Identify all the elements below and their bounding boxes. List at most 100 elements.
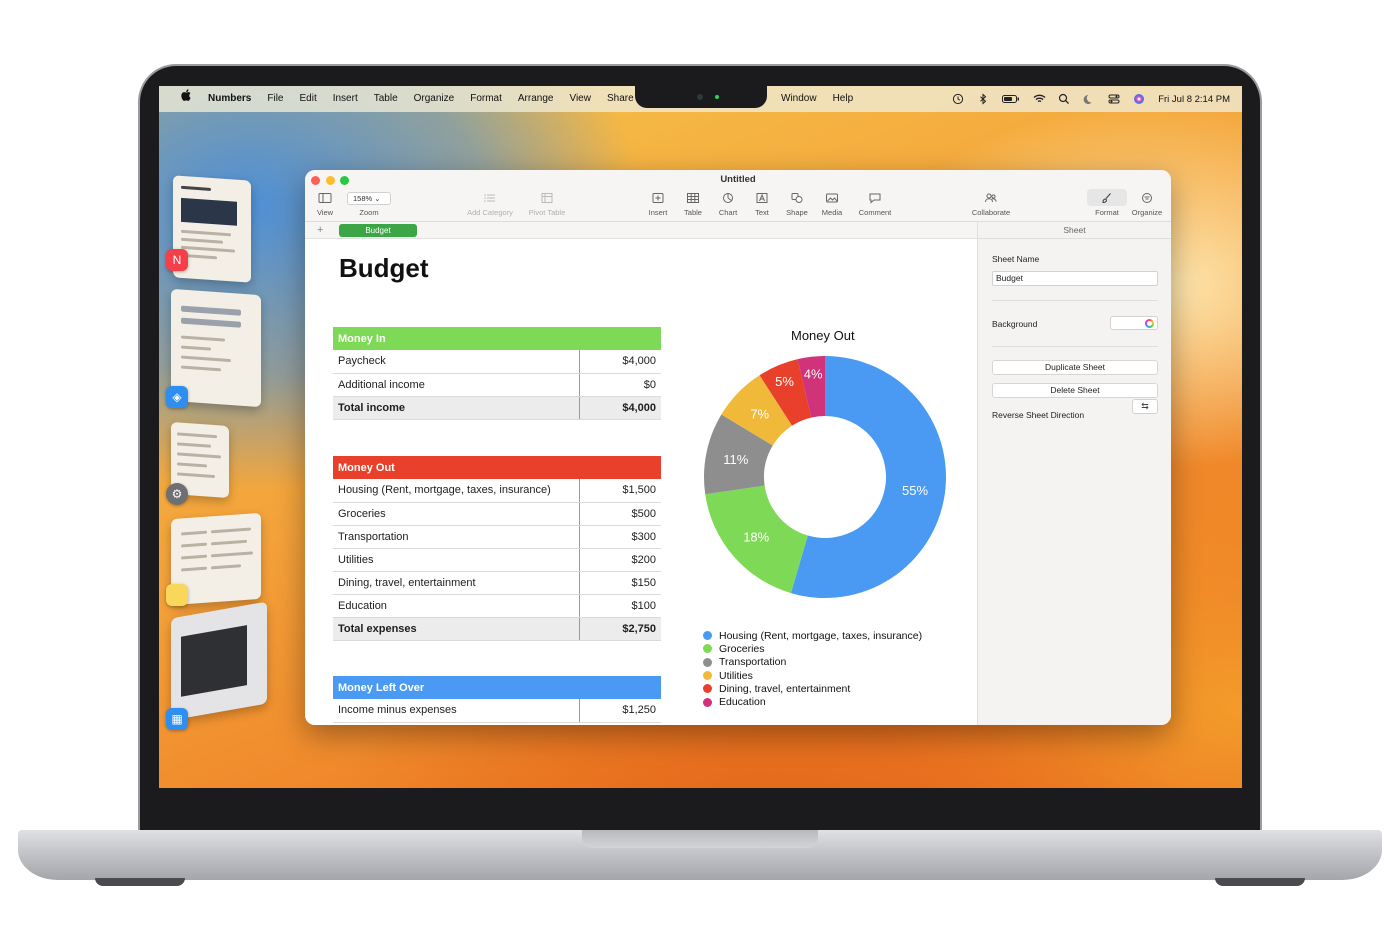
table-row: Paycheck $4,000 — [333, 350, 661, 374]
inspector-divider — [992, 346, 1158, 347]
focus-moon-icon[interactable] — [1083, 93, 1095, 105]
money-in-header[interactable]: Money In — [333, 327, 661, 350]
sheet-tab-bar: + Budget — [305, 222, 977, 239]
battery-icon[interactable] — [1002, 93, 1020, 105]
menu-edit[interactable]: Edit — [291, 86, 324, 112]
safari-app-icon[interactable]: ◈ — [166, 386, 188, 408]
organize-button[interactable]: Organize — [1121, 192, 1171, 217]
table-cell-label[interactable]: Income minus expenses — [333, 699, 579, 723]
duplicate-sheet-button[interactable]: Duplicate Sheet — [992, 360, 1158, 375]
time-machine-icon[interactable] — [952, 93, 964, 105]
menu-file[interactable]: File — [259, 86, 291, 112]
money-out-header[interactable]: Money Out — [333, 456, 661, 479]
add-sheet-button[interactable]: + — [317, 222, 323, 239]
table-cell-label[interactable]: Total expenses — [333, 616, 579, 641]
camera-notch — [635, 86, 767, 108]
menu-table[interactable]: Table — [366, 86, 406, 112]
background-color-well[interactable] — [1110, 316, 1158, 330]
money-out-table[interactable]: Money Out Housing (Rent, mortgage, taxes… — [333, 456, 661, 641]
keynote-app-icon[interactable]: ▦ — [166, 708, 188, 730]
table-cell-label[interactable]: Additional income — [333, 373, 579, 397]
slice-percent-label: 11% — [723, 452, 748, 467]
table-row: Housing (Rent, mortgage, taxes, insuranc… — [333, 479, 661, 503]
table-row: Dining, travel, entertainment $150 — [333, 571, 661, 595]
laptop-foot-left — [95, 878, 185, 886]
menu-organize[interactable]: Organize — [406, 86, 463, 112]
pivot-table-button[interactable]: Pivot Table — [521, 192, 573, 217]
apple-menu-icon[interactable] — [173, 86, 200, 112]
menu-arrange[interactable]: Arrange — [510, 86, 562, 112]
table-cell-value[interactable]: $500 — [578, 502, 661, 526]
table-cell-value[interactable]: $1,250 — [578, 699, 661, 723]
table-total-row: Total expenses $2,750 — [333, 616, 661, 641]
legend-item[interactable]: Education — [703, 695, 922, 708]
add-category-button[interactable]: Add Category — [464, 192, 516, 217]
table-cell-value[interactable]: $200 — [578, 548, 661, 572]
search-icon[interactable] — [1058, 93, 1070, 105]
table-cell-value[interactable]: $100 — [578, 594, 661, 618]
menu-insert[interactable]: Insert — [325, 86, 366, 112]
menu-window[interactable]: Window — [773, 86, 825, 112]
wifi-icon[interactable] — [1033, 93, 1046, 105]
legend-item[interactable]: Dining, travel, entertainment — [703, 682, 922, 695]
slice-percent-label: 18% — [743, 530, 769, 545]
delete-sheet-button[interactable]: Delete Sheet — [992, 383, 1158, 398]
table-cell-label[interactable]: Transportation — [333, 525, 579, 549]
collaborate-label: Collaborate — [971, 208, 1011, 217]
table-cell-value[interactable]: $150 — [578, 571, 661, 595]
table-cell-label[interactable]: Dining, travel, entertainment — [333, 571, 579, 595]
inspector-tab-sheet[interactable]: Sheet — [978, 222, 1171, 239]
collaborate-button[interactable]: Collaborate — [965, 192, 1017, 217]
legend-item[interactable]: Transportation — [703, 656, 922, 669]
sheet-title[interactable]: Budget — [339, 253, 429, 284]
stage-window-keynote[interactable] — [171, 601, 267, 721]
table-cell-value[interactable]: $300 — [578, 525, 661, 549]
inspector-divider — [992, 300, 1158, 301]
table-header-row: Money Left Over — [333, 676, 661, 699]
sheet-tab-budget[interactable]: Budget — [339, 224, 417, 237]
table-cell-value[interactable]: $2,750 — [578, 616, 661, 641]
table-cell-label[interactable]: Housing (Rent, mortgage, taxes, insuranc… — [333, 479, 579, 503]
sheet-name-field[interactable]: Budget — [992, 271, 1158, 286]
legend-item[interactable]: Groceries — [703, 642, 922, 655]
text-box-icon — [756, 193, 768, 203]
table-cell-label[interactable]: Total income — [333, 395, 579, 420]
slice-percent-label: 55% — [902, 483, 928, 498]
table-cell-value[interactable]: $4,000 — [578, 350, 661, 374]
money-in-table[interactable]: Money In Paycheck $4,000 Additional inco… — [333, 327, 661, 420]
reverse-direction-icon[interactable]: ⇆ — [1132, 399, 1158, 414]
menu-clock[interactable]: Fri Jul 8 2:14 PM — [1158, 94, 1230, 105]
table-cell-value[interactable]: $1,500 — [578, 479, 661, 503]
table-cell-label[interactable]: Utilities — [333, 548, 579, 572]
news-app-icon[interactable]: N — [166, 249, 188, 271]
money-left-over-header[interactable]: Money Left Over — [333, 676, 661, 699]
table-cell-label[interactable]: Education — [333, 594, 579, 618]
chart-legend[interactable]: Housing (Rent, mortgage, taxes, insuranc… — [703, 629, 922, 709]
legend-swatch — [703, 644, 712, 654]
reverse-sheet-direction-label: Reverse Sheet Direction — [992, 410, 1085, 420]
sidebar-icon — [318, 193, 332, 203]
money-left-over-table[interactable]: Money Left Over Income minus expenses $1… — [333, 676, 661, 723]
menu-help[interactable]: Help — [825, 86, 862, 112]
chart-title[interactable]: Money Out — [791, 328, 855, 343]
table-cell-label[interactable]: Paycheck — [333, 350, 579, 374]
table-cell-label[interactable]: Groceries — [333, 502, 579, 526]
control-center-icon[interactable] — [1108, 93, 1120, 105]
bluetooth-icon[interactable] — [977, 93, 989, 105]
table-cell-value[interactable]: $0 — [578, 373, 661, 397]
photo-icon — [826, 193, 838, 203]
comment-button[interactable]: Comment — [849, 192, 901, 217]
menu-format[interactable]: Format — [462, 86, 510, 112]
menu-app-name[interactable]: Numbers — [200, 86, 259, 112]
table-total-row: Total income $4,000 — [333, 395, 661, 420]
legend-item[interactable]: Utilities — [703, 669, 922, 682]
money-out-donut-chart[interactable]: 55% 18% 11% 7% 5% 4% — [703, 355, 947, 599]
menu-view[interactable]: View — [561, 86, 599, 112]
notes-app-icon[interactable] — [166, 584, 188, 606]
legend-label: Housing (Rent, mortgage, taxes, insuranc… — [719, 629, 923, 642]
table-cell-value[interactable]: $4,000 — [578, 395, 661, 420]
siri-icon[interactable] — [1133, 93, 1145, 105]
zoom-select[interactable]: 158% ⌄ — [347, 192, 391, 205]
legend-item[interactable]: Housing (Rent, mortgage, taxes, insuranc… — [703, 629, 922, 642]
system-settings-app-icon[interactable]: ⚙ — [166, 483, 188, 505]
